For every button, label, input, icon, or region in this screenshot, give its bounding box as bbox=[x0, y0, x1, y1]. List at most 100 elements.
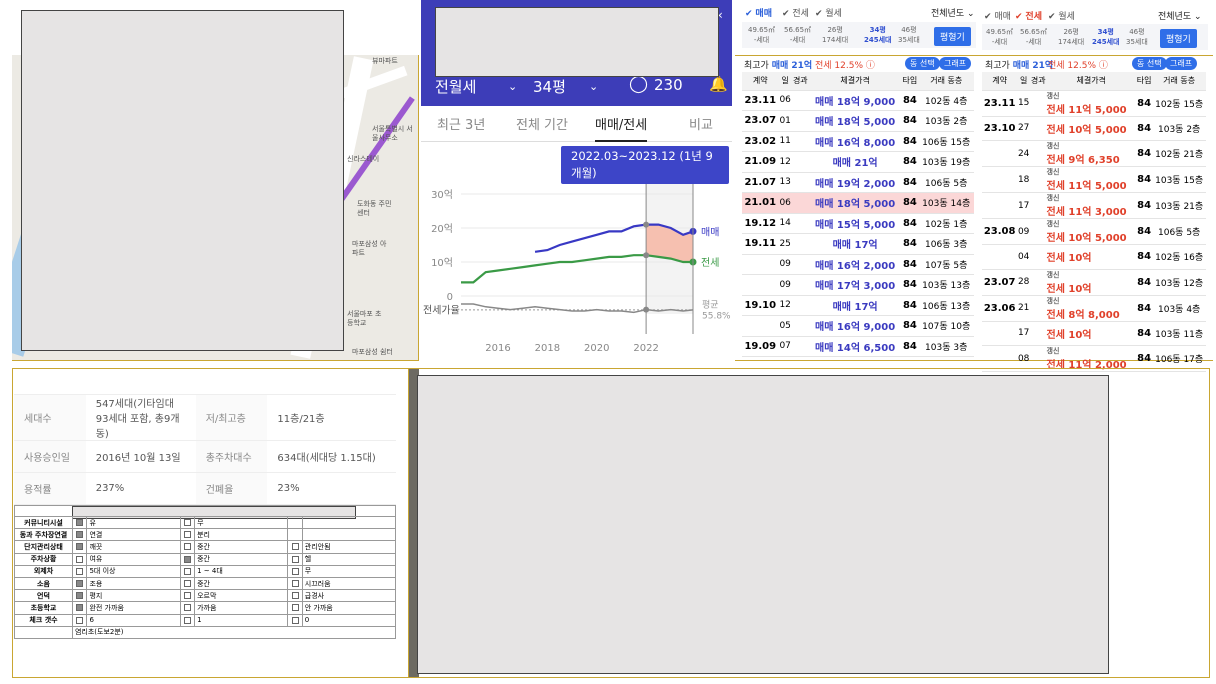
table-row[interactable]: 19.10 12 매매 17억 84 106동 13층 bbox=[742, 295, 974, 316]
table-row[interactable]: 21.09 12 매매 21억 84 103동 19층 bbox=[742, 151, 974, 173]
price: 매매 16억 9,000 bbox=[808, 315, 902, 337]
price-chart[interactable]: 30억 20억 10억 0 2016 2018 2020 2022 매매전세전세가율 평균55.8… bbox=[421, 184, 732, 360]
filter-monthly[interactable]: 월세 bbox=[1058, 12, 1075, 22]
dong-select-button[interactable]: 동 선택 bbox=[1132, 57, 1167, 70]
tab-sale-jeonse[interactable]: 매매/전세 bbox=[595, 114, 648, 142]
compare-button[interactable]: 평형기 bbox=[934, 27, 971, 46]
size-tab[interactable]: 26평 174세대 bbox=[822, 25, 848, 45]
checklist-option: 중간 bbox=[194, 540, 289, 554]
filter-jeonse[interactable]: 전세 bbox=[792, 9, 809, 19]
filter-monthly[interactable]: 월세 bbox=[825, 9, 842, 19]
table-row[interactable]: 24 갱신 전세 9억 6,350 84 102동 21층 bbox=[982, 140, 1206, 167]
type: 84 bbox=[1135, 218, 1153, 245]
checkbox[interactable] bbox=[71, 576, 88, 591]
price-value: 전세 10억 bbox=[1046, 283, 1092, 295]
table-row[interactable]: 21.07 13 매매 19억 2,000 84 106동 5층 bbox=[742, 172, 974, 193]
checkbox[interactable] bbox=[71, 515, 88, 530]
table-row[interactable]: 21.01 06 매매 18억 5,000 84 103동 14층 bbox=[742, 192, 974, 214]
table-row[interactable]: 23.06 21 갱신 전세 8억 8,000 84 103동 4층 bbox=[982, 295, 1206, 322]
table-row[interactable]: 17 전세 10억 84 103동 11층 bbox=[982, 321, 1206, 346]
dealtype-select[interactable]: 전월세 bbox=[435, 76, 476, 97]
checklist-option bbox=[301, 515, 397, 530]
checkbox[interactable] bbox=[71, 613, 88, 627]
checkbox[interactable] bbox=[179, 589, 196, 603]
checkbox[interactable] bbox=[71, 564, 88, 578]
table-row[interactable]: 05 매매 16억 9,000 84 107동 10층 bbox=[742, 315, 974, 337]
checkbox[interactable] bbox=[179, 613, 196, 627]
checkbox[interactable] bbox=[179, 601, 196, 615]
size-tab-selected[interactable]: 34평 245세대 bbox=[1092, 27, 1120, 47]
checkbox[interactable] bbox=[287, 564, 303, 578]
table-row[interactable]: 09 매매 17억 3,000 84 103동 13층 bbox=[742, 274, 974, 296]
filter-jeonse[interactable]: 전세 bbox=[1025, 12, 1042, 22]
dong-select-button[interactable]: 동 선택 bbox=[905, 57, 940, 70]
size-tab[interactable]: 49.65㎡ -세대 bbox=[748, 25, 775, 45]
checkbox[interactable] bbox=[287, 613, 303, 627]
price: 매매 17억 bbox=[808, 233, 902, 255]
checkbox[interactable] bbox=[179, 564, 196, 578]
compare-button[interactable]: 평형기 bbox=[1160, 29, 1197, 48]
table-row[interactable]: 23.11 15 갱신 전세 11억 5,000 84 102동 15층 bbox=[982, 90, 1206, 117]
table-row[interactable]: 23.07 28 갱신 전세 10억 84 103동 12층 bbox=[982, 269, 1206, 296]
checkbox[interactable] bbox=[71, 601, 88, 615]
checkbox[interactable] bbox=[287, 601, 303, 615]
label-floors: 저/최고층 bbox=[195, 394, 268, 441]
checkbox[interactable] bbox=[71, 528, 88, 542]
size-tab[interactable]: 26평 174세대 bbox=[1058, 27, 1084, 47]
bell-icon[interactable]: 🔔 bbox=[709, 75, 728, 93]
checkbox[interactable] bbox=[179, 540, 196, 554]
filter-sale[interactable]: 매매 bbox=[755, 9, 772, 19]
table-row[interactable]: 19.09 07 매매 14억 6,500 84 103동 3층 bbox=[742, 336, 974, 357]
size-tab[interactable]: 46평 35세대 bbox=[898, 25, 920, 45]
filter-sale[interactable]: 매매 bbox=[994, 12, 1011, 22]
table-row[interactable]: 23.10 27 전세 10억 5,000 84 103동 2층 bbox=[982, 116, 1206, 141]
table-row[interactable]: 19.11 25 매매 17억 84 106동 3층 bbox=[742, 233, 974, 255]
checkbox[interactable] bbox=[287, 552, 303, 566]
checkbox[interactable] bbox=[287, 540, 303, 554]
checkbox[interactable] bbox=[287, 528, 303, 542]
size-tab[interactable]: 46평 35세대 bbox=[1126, 27, 1148, 47]
table-row[interactable]: 23.08 09 갱신 전세 10억 5,000 84 106동 5층 bbox=[982, 218, 1206, 245]
tab-compare[interactable]: 비교 bbox=[689, 114, 713, 133]
table-row[interactable]: 09 매매 16억 2,000 84 107동 5층 bbox=[742, 254, 974, 275]
size-tab[interactable]: 56.65㎡ -세대 bbox=[1020, 27, 1047, 47]
checkbox[interactable] bbox=[287, 589, 303, 603]
sale-table: 계약 일 경과 체결가격 타입 거래 동층 23.11 06 매매 18억 9,000 84 102… bbox=[742, 72, 974, 357]
table-header: 거래 동층 bbox=[1152, 72, 1206, 91]
table-row[interactable]: 23.11 06 매매 18억 9,000 84 102동 4층 bbox=[742, 90, 974, 111]
checkbox[interactable] bbox=[179, 576, 196, 591]
comment-icon[interactable]: ◯ bbox=[629, 74, 648, 94]
tab-all-period[interactable]: 전체 기간 bbox=[516, 114, 568, 133]
year-select[interactable]: 전체년도 ⌄ bbox=[931, 6, 975, 19]
year-select[interactable]: 전체년도 ⌄ bbox=[1158, 9, 1202, 22]
size-select[interactable]: 34평 bbox=[533, 76, 566, 97]
value-approval-date: 2016년 10월 13일 bbox=[95, 453, 181, 464]
table-row[interactable]: 17 갱신 전세 11억 3,000 84 103동 21층 bbox=[982, 192, 1206, 219]
dong-floor: 103동 2층 bbox=[918, 110, 974, 132]
graph-button[interactable]: 그래프 bbox=[1165, 57, 1198, 70]
checkbox[interactable] bbox=[71, 540, 88, 554]
table-row[interactable]: 19.12 14 매매 15억 5,000 84 102동 1층 bbox=[742, 213, 974, 234]
checkbox[interactable] bbox=[179, 515, 196, 530]
checkbox[interactable] bbox=[287, 576, 303, 591]
size-tab[interactable]: 56.65㎡ -세대 bbox=[784, 25, 811, 45]
graph-button[interactable]: 그래프 bbox=[939, 57, 972, 70]
checklist-option: 오르막 bbox=[194, 589, 289, 603]
checkbox[interactable] bbox=[179, 528, 196, 542]
checklist-option: 조용 bbox=[86, 576, 181, 591]
checkbox[interactable] bbox=[71, 552, 88, 566]
checkbox[interactable] bbox=[179, 552, 196, 566]
price: 갱신 전세 8억 8,000 bbox=[1046, 295, 1136, 322]
checkbox[interactable] bbox=[71, 589, 88, 603]
help-icon[interactable]: ⓘ bbox=[866, 61, 875, 71]
contract-day: 15 bbox=[1017, 90, 1031, 117]
size-tab-selected[interactable]: 34평 245세대 bbox=[864, 25, 892, 45]
checkbox[interactable] bbox=[287, 515, 303, 530]
tab-recent-3y[interactable]: 최근 3년 bbox=[437, 114, 485, 133]
size-tab[interactable]: 49.65㎡ -세대 bbox=[986, 27, 1013, 47]
table-row[interactable]: 23.07 01 매매 18억 5,000 84 103동 2층 bbox=[742, 110, 974, 132]
table-row[interactable]: 18 갱신 전세 11억 5,000 84 103동 15층 bbox=[982, 166, 1206, 193]
table-row[interactable]: 04 전세 10억 84 102동 16층 bbox=[982, 244, 1206, 270]
contract-day: 09 bbox=[778, 274, 792, 296]
table-row[interactable]: 23.02 11 매매 16억 8,000 84 106동 15층 bbox=[742, 131, 974, 152]
